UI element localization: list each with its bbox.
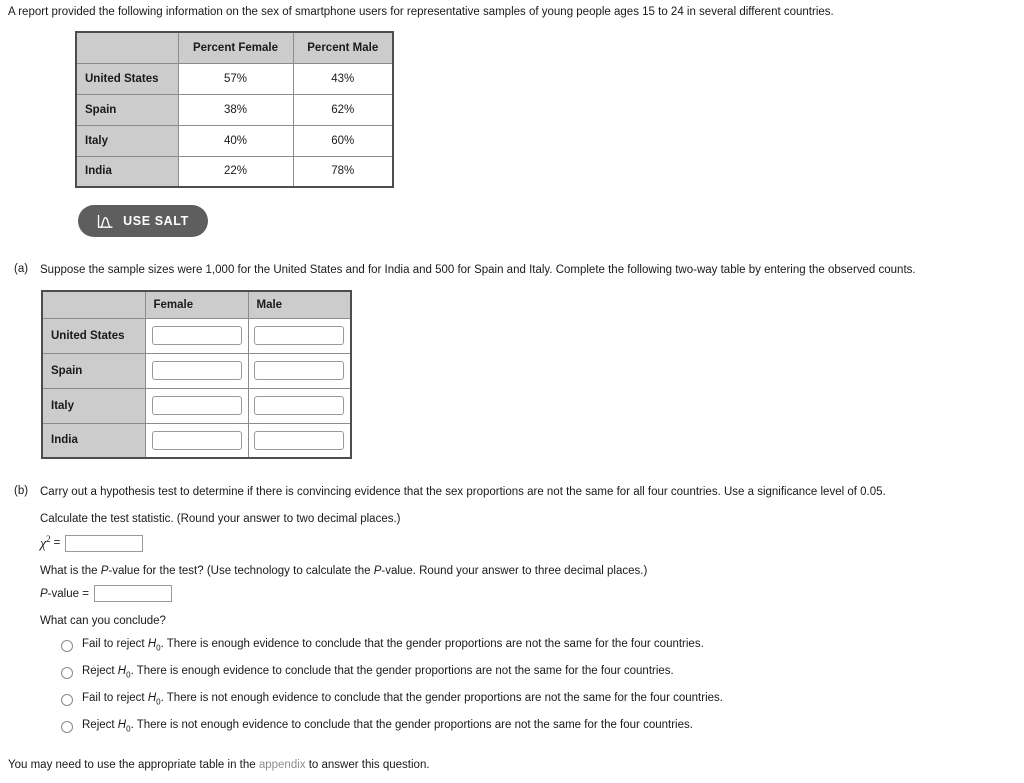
table-row: Italy 40% 60% bbox=[75, 124, 394, 157]
part-a-label: (a) bbox=[14, 263, 29, 275]
input-india-male[interactable] bbox=[254, 430, 345, 450]
appendix-note: You may need to use the appropriate tabl… bbox=[8, 759, 430, 771]
cell-india-female bbox=[144, 422, 249, 459]
radio-button-icon[interactable] bbox=[61, 667, 73, 679]
conclusion-option-2[interactable]: Reject H0. There is enough evidence to c… bbox=[61, 665, 674, 679]
input-spain-female[interactable] bbox=[151, 361, 242, 380]
row-header-united-states: United States bbox=[75, 62, 179, 95]
column-header-male: Male bbox=[247, 290, 352, 319]
input-italy-female[interactable] bbox=[151, 396, 242, 415]
input-italy-male[interactable] bbox=[254, 396, 345, 415]
table-row: Spain bbox=[41, 352, 352, 389]
radio-button-icon[interactable] bbox=[61, 640, 73, 652]
table-row: Italy bbox=[41, 387, 352, 424]
table-corner-cell bbox=[41, 290, 146, 319]
cell-spain-male bbox=[247, 352, 352, 389]
observed-counts-table: Female Male United States Spain Italy In… bbox=[41, 290, 352, 459]
input-united-states-female[interactable] bbox=[151, 326, 242, 345]
conclusion-option-3[interactable]: Fail to reject H0. There is not enough e… bbox=[61, 692, 723, 706]
conclusion-option-1[interactable]: Fail to reject H0. There is enough evide… bbox=[61, 638, 704, 652]
use-salt-button[interactable]: USE SALT bbox=[78, 205, 208, 237]
cell-italy-male bbox=[247, 387, 352, 424]
pvalue-input[interactable] bbox=[93, 585, 172, 602]
cell-united-states-female bbox=[144, 317, 249, 354]
chi-square-symbol: χ2 bbox=[40, 534, 51, 552]
appendix-note-after: to answer this question. bbox=[305, 759, 430, 771]
cell-india-male: 78% bbox=[292, 155, 394, 188]
input-united-states-male[interactable] bbox=[254, 326, 345, 345]
intro-paragraph: A report provided the following informat… bbox=[8, 6, 834, 18]
column-header-percent-male: Percent Male bbox=[292, 31, 394, 64]
cell-italy-female bbox=[144, 387, 249, 424]
cell-india-male bbox=[247, 422, 352, 459]
conclusion-option-4[interactable]: Reject H0. There is not enough evidence … bbox=[61, 719, 693, 733]
chi-square-input[interactable] bbox=[65, 534, 144, 552]
table-row: United States 57% 43% bbox=[75, 62, 394, 95]
table-row: United States bbox=[41, 317, 352, 354]
appendix-link[interactable]: appendix bbox=[259, 759, 306, 771]
cell-united-states-female: 57% bbox=[177, 62, 294, 95]
percent-table: Percent Female Percent Male United State… bbox=[75, 31, 394, 188]
row-header-spain: Spain bbox=[41, 352, 146, 389]
input-india-female[interactable] bbox=[151, 430, 242, 450]
part-a-text: Suppose the sample sizes were 1,000 for … bbox=[40, 264, 916, 276]
appendix-note-before: You may need to use the appropriate tabl… bbox=[8, 759, 259, 771]
conclusion-option-3-label: Fail to reject H0. There is not enough e… bbox=[82, 692, 723, 707]
part-b-label: (b) bbox=[14, 485, 29, 497]
cell-spain-female bbox=[144, 352, 249, 389]
conclusion-option-2-label: Reject H0. There is enough evidence to c… bbox=[82, 665, 674, 680]
test-statistic-prompt: Calculate the test statistic. (Round you… bbox=[40, 513, 401, 525]
pvalue-answer-row: P-value = bbox=[40, 585, 172, 602]
input-spain-male[interactable] bbox=[254, 361, 345, 380]
row-header-india: India bbox=[41, 422, 146, 459]
radio-button-icon[interactable] bbox=[61, 721, 73, 733]
table-row: India bbox=[41, 422, 352, 459]
table-header-row: Percent Female Percent Male bbox=[75, 31, 394, 64]
table-row: India 22% 78% bbox=[75, 155, 394, 188]
cell-spain-male: 62% bbox=[292, 93, 394, 126]
conclusion-option-4-label: Reject H0. There is not enough evidence … bbox=[82, 719, 693, 734]
conclusion-option-1-label: Fail to reject H0. There is enough evide… bbox=[82, 638, 704, 653]
cell-united-states-male: 43% bbox=[292, 62, 394, 95]
row-header-united-states: United States bbox=[41, 317, 146, 354]
cell-india-female: 22% bbox=[177, 155, 294, 188]
pvalue-label: P-value = bbox=[40, 587, 89, 600]
row-header-spain: Spain bbox=[75, 93, 179, 126]
radio-button-icon[interactable] bbox=[61, 694, 73, 706]
part-b-text: Carry out a hypothesis test to determine… bbox=[40, 486, 886, 498]
cell-spain-female: 38% bbox=[177, 93, 294, 126]
cell-italy-male: 60% bbox=[292, 124, 394, 157]
cell-italy-female: 40% bbox=[177, 124, 294, 157]
table-row: Spain 38% 62% bbox=[75, 93, 394, 126]
column-header-female: Female bbox=[144, 290, 249, 319]
chi-square-answer-row: χ2 = bbox=[40, 534, 144, 553]
row-header-italy: Italy bbox=[75, 124, 179, 157]
table-corner-cell bbox=[75, 31, 179, 64]
chi-equals-sign: = bbox=[53, 537, 61, 550]
cell-united-states-male bbox=[247, 317, 352, 354]
table-header-row: Female Male bbox=[41, 290, 352, 319]
use-salt-label: USE SALT bbox=[123, 214, 189, 228]
row-header-india: India bbox=[75, 155, 179, 188]
normal-distribution-icon bbox=[97, 214, 114, 229]
column-header-percent-female: Percent Female bbox=[177, 31, 294, 64]
row-header-italy: Italy bbox=[41, 387, 146, 424]
conclusion-prompt: What can you conclude? bbox=[40, 615, 166, 627]
pvalue-prompt: What is the P-value for the test? (Use t… bbox=[40, 565, 648, 577]
